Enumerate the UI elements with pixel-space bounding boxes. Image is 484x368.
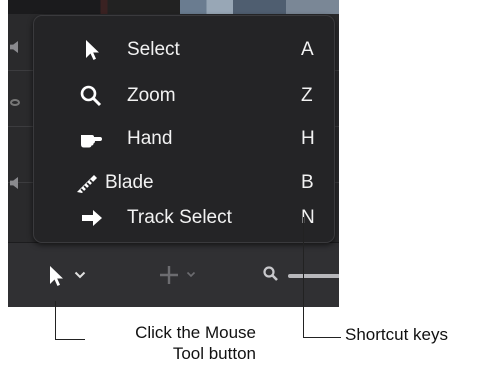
menu-item-hand[interactable]: Hand H <box>34 119 336 159</box>
shortcut-key: Z <box>301 85 313 106</box>
shortcut-keys-caption: Shortcut keys <box>345 325 448 344</box>
mouse-tool-button[interactable] <box>47 264 65 288</box>
video-preview-strip <box>8 0 339 14</box>
chevron-down-icon[interactable] <box>186 271 196 278</box>
hand-icon <box>81 135 102 148</box>
speaker-icon[interactable] <box>10 41 18 53</box>
tool-popup-menu: Select A Zoom Z Hand H Blade B Track Sel… <box>33 15 335 243</box>
menu-item-label: Select <box>127 39 180 60</box>
shortcut-key: H <box>301 128 315 149</box>
shortcut-key: B <box>301 172 314 193</box>
menu-item-label: Zoom <box>127 85 176 106</box>
timeline-screenshot: Select A Zoom Z Hand H Blade B Track Sel… <box>8 0 339 307</box>
mouse-tool-caption: Click the Mouse Tool button <box>80 322 256 364</box>
speaker-icon[interactable] <box>10 177 18 189</box>
zoom-slider[interactable] <box>288 274 339 278</box>
mouse-tool-callout-line <box>55 301 56 339</box>
caption-line: Click the Mouse <box>135 323 256 342</box>
timeline-toolbar <box>8 242 339 307</box>
menu-item-label: Track Select <box>127 207 232 228</box>
arrow-pointer-icon <box>86 40 99 60</box>
menu-item-select[interactable]: Select A <box>34 30 336 70</box>
menu-item-zoom[interactable]: Zoom Z <box>34 76 336 116</box>
eye-icon[interactable] <box>10 99 20 106</box>
shortcut-callout-line <box>303 217 304 337</box>
menu-item-track-select[interactable]: Track Select N <box>34 198 336 238</box>
shortcut-callout-line <box>303 337 341 338</box>
magnifier-icon <box>80 85 102 107</box>
caption-line: Tool button <box>172 344 256 363</box>
chevron-down-icon[interactable] <box>74 271 86 279</box>
shortcut-key: A <box>301 39 314 60</box>
magnifier-icon[interactable] <box>262 265 280 283</box>
menu-item-label: Blade <box>105 172 154 193</box>
track-select-arrow-icon <box>82 210 102 226</box>
plus-icon[interactable] <box>158 264 180 286</box>
menu-item-label: Hand <box>127 128 173 149</box>
blade-icon <box>77 175 97 193</box>
menu-item-blade[interactable]: Blade B <box>34 163 336 203</box>
